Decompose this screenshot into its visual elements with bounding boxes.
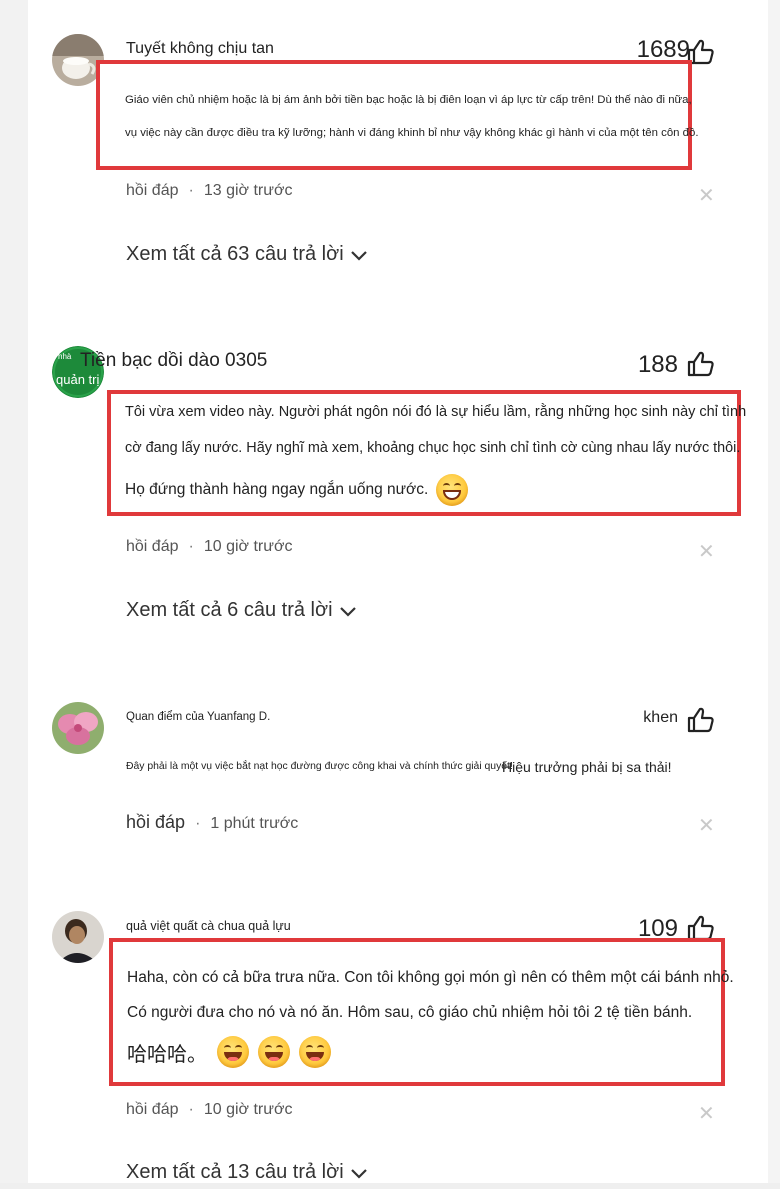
timestamp: 10 giờ trước [203, 1101, 293, 1118]
chevron-down-icon [339, 606, 356, 617]
comment-text-line: Họ đứng thành hàng ngay ngắn uống nước. [125, 474, 469, 506]
comment-text-line: Giáo viên chủ nhiệm hoặc là bị ám ảnh bở… [125, 94, 692, 106]
like-count: 188 [637, 351, 678, 378]
close-icon[interactable]: ✕ [698, 816, 715, 836]
reply-button[interactable]: hồi đáp [126, 538, 179, 555]
bottom-frame [0, 1183, 780, 1189]
separator-dot: · [188, 538, 194, 555]
chevron-down-icon [350, 1168, 367, 1179]
timestamp: 1 phút trước [210, 815, 299, 832]
separator-dot: · [188, 182, 194, 199]
reply-button[interactable]: hồi đáp [126, 812, 185, 832]
see-all-replies-button[interactable]: Xem tất cả 6 câu trả lời [126, 599, 357, 622]
avatar[interactable] [52, 911, 104, 963]
see-all-replies-label: Xem tất cả 63 câu trả lời [126, 243, 344, 265]
comment-text-line: Tôi vừa xem video này. Người phát ngôn n… [125, 404, 747, 420]
laughing-face-icon [217, 1036, 249, 1068]
avatar[interactable] [52, 702, 104, 754]
comment-text: Đây phải là một vụ việc bắt nạt học đườn… [126, 761, 513, 772]
timestamp: 10 giờ trước [203, 538, 293, 555]
grinning-face-icon [436, 474, 469, 506]
see-all-replies-label: Xem tất cả 13 câu trả lời [126, 1161, 344, 1183]
comment-text-line: 哈哈哈。 [127, 1036, 331, 1068]
comment-meta: hồi đáp · 10 giờ trước [126, 538, 292, 556]
comment-text-end: 哈哈哈。 [127, 1041, 207, 1066]
comment-text-line: Haha, còn có cả bữa trưa nữa. Con tôi kh… [127, 969, 734, 986]
right-frame [768, 0, 780, 1189]
highlight-box [96, 60, 692, 170]
thumbs-up-icon[interactable] [686, 706, 716, 734]
left-frame [0, 0, 28, 1189]
comment-meta: hồi đáp · 13 giờ trước [126, 182, 292, 200]
thumbs-up-icon[interactable] [686, 350, 716, 378]
separator-dot: · [195, 815, 201, 832]
like-label[interactable]: khen [643, 709, 678, 727]
see-all-replies-label: Xem tất cả 6 câu trả lời [126, 599, 333, 621]
comment-text-line: cờ đang lấy nước. Hãy nghĩ mà xem, khoản… [125, 440, 741, 456]
comment-text-line: vụ việc này cần được điều tra kỹ lưỡng; … [125, 127, 699, 139]
avatar-badge: quản trị [56, 372, 100, 387]
avatar-badge-small: nhà [58, 352, 72, 361]
laughing-face-icon [299, 1036, 331, 1068]
username[interactable]: Quan điểm của Yuanfang D. [126, 711, 270, 723]
reply-button[interactable]: hồi đáp [126, 182, 179, 199]
username[interactable]: Tuyết không chịu tan [126, 40, 274, 58]
close-icon[interactable]: ✕ [698, 186, 715, 206]
username[interactable]: quả việt quất cà chua quả lựu [126, 919, 291, 933]
see-all-replies-button[interactable]: Xem tất cả 13 câu trả lời [126, 1161, 368, 1184]
comment-meta: hồi đáp · 1 phút trước [126, 812, 298, 833]
chevron-down-icon [350, 250, 367, 261]
comment-text-emphasis: Hiệu trưởng phải bị sa thải! [502, 759, 672, 775]
separator-dot: · [188, 1101, 194, 1118]
close-icon[interactable]: ✕ [698, 542, 715, 562]
timestamp: 13 giờ trước [203, 182, 293, 199]
laughing-face-icon [258, 1036, 290, 1068]
see-all-replies-button[interactable]: Xem tất cả 63 câu trả lời [126, 243, 368, 266]
username[interactable]: Tiền bạc dồi dào 0305 [80, 350, 267, 372]
close-icon[interactable]: ✕ [698, 1104, 715, 1124]
comment-text-end: Họ đứng thành hàng ngay ngắn uống nước. [125, 481, 429, 498]
comment-meta: hồi đáp · 10 giờ trước [126, 1101, 292, 1119]
reply-button[interactable]: hồi đáp [126, 1101, 179, 1118]
comment-text-line: Có người đưa cho nó và nó ăn. Hôm sau, c… [127, 1004, 693, 1021]
